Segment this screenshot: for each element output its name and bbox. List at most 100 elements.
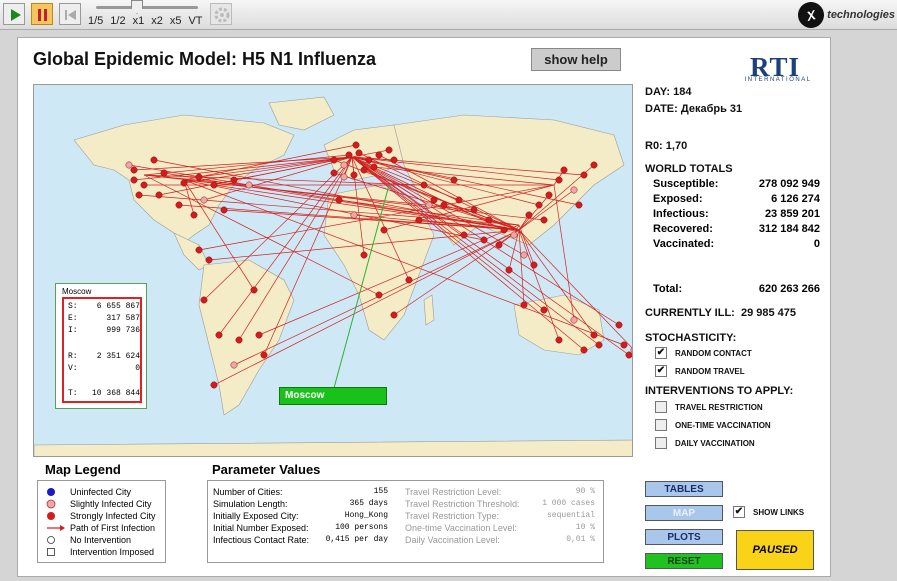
city-dot[interactable] (590, 161, 598, 169)
city-dot[interactable] (580, 171, 588, 179)
speed-label[interactable]: x2 (151, 15, 163, 27)
random-travel-checkbox[interactable]: ✔ (655, 365, 667, 377)
city-dot[interactable] (580, 346, 588, 354)
city-dot[interactable] (360, 166, 368, 174)
speed-slider-track[interactable] (96, 6, 198, 9)
city-dot[interactable] (390, 311, 398, 319)
city-dot[interactable] (335, 196, 343, 204)
play-button[interactable] (3, 3, 25, 25)
daily-vaccination-checkbox-row[interactable]: DAILY VACCINATION (655, 437, 755, 449)
city-dot[interactable] (255, 331, 263, 339)
show-links-checkbox-row[interactable]: ✔ SHOW LINKS (733, 506, 804, 518)
speed-label[interactable]: x5 (170, 15, 182, 27)
city-dot[interactable] (260, 351, 268, 359)
city-dot[interactable] (200, 296, 208, 304)
city-dot[interactable] (535, 201, 543, 209)
one-time-vaccination-checkbox-row[interactable]: ONE-TIME VACCINATION (655, 419, 771, 431)
city-dot[interactable] (545, 191, 553, 199)
city-dot[interactable] (230, 361, 238, 369)
city-dot[interactable] (215, 331, 223, 339)
city-dot[interactable] (250, 286, 258, 294)
city-dot[interactable] (175, 201, 183, 209)
random-contact-checkbox-row[interactable]: ✔ RANDOM CONTACT (655, 347, 752, 359)
city-dot[interactable] (125, 161, 133, 169)
city-dot[interactable] (425, 201, 433, 209)
reset-button[interactable]: RESET (645, 553, 723, 569)
city-dot[interactable] (155, 191, 163, 199)
city-dot[interactable] (510, 231, 518, 239)
speed-slider-thumb[interactable] (131, 0, 143, 14)
city-dot[interactable] (235, 336, 243, 344)
speed-label[interactable]: VT (188, 15, 202, 27)
city-dot[interactable] (345, 151, 353, 159)
city-dot[interactable] (420, 181, 428, 189)
city-dot[interactable] (570, 316, 578, 324)
rewind-button[interactable] (59, 3, 81, 25)
city-dot[interactable] (575, 201, 583, 209)
pause-button[interactable] (31, 3, 53, 25)
city-dot[interactable] (470, 206, 478, 214)
city-dot[interactable] (195, 173, 203, 181)
city-dot[interactable] (140, 181, 148, 189)
city-dot[interactable] (555, 336, 563, 344)
tables-button[interactable]: TABLES (645, 481, 723, 497)
city-dot[interactable] (570, 186, 578, 194)
city-dot[interactable] (350, 211, 358, 219)
city-dot[interactable] (330, 156, 338, 164)
city-dot[interactable] (365, 156, 373, 164)
city-dot[interactable] (615, 321, 623, 329)
city-dot[interactable] (340, 173, 348, 181)
city-dot[interactable] (370, 163, 378, 171)
settings-button[interactable] (210, 3, 232, 25)
city-dot[interactable] (390, 156, 398, 164)
random-contact-checkbox[interactable]: ✔ (655, 347, 667, 359)
city-dot[interactable] (520, 251, 528, 259)
city-dot[interactable] (540, 216, 548, 224)
city-dot[interactable] (405, 276, 413, 284)
random-travel-checkbox-row[interactable]: ✔ RANDOM TRAVEL (655, 365, 745, 377)
speed-label[interactable]: x1 (133, 15, 145, 27)
city-dot[interactable] (160, 169, 168, 177)
selected-city-label[interactable]: Moscow (279, 387, 387, 405)
city-dot[interactable] (180, 179, 188, 187)
map-button[interactable]: MAP (645, 505, 723, 521)
city-dot[interactable] (375, 151, 383, 159)
city-dot[interactable] (330, 169, 338, 177)
city-dot[interactable] (430, 196, 438, 204)
city-dot[interactable] (630, 347, 633, 353)
travel-restriction-checkbox-row[interactable]: TRAVEL RESTRICTION (655, 401, 763, 413)
city-dot[interactable] (455, 196, 463, 204)
city-dot[interactable] (360, 251, 368, 259)
city-dot[interactable] (450, 176, 458, 184)
city-dot[interactable] (540, 306, 548, 314)
paused-status[interactable]: PAUSED (736, 530, 814, 570)
city-dot[interactable] (620, 341, 628, 349)
city-dot[interactable] (130, 176, 138, 184)
city-dot[interactable] (220, 206, 228, 214)
city-dot[interactable] (350, 171, 358, 179)
city-dot[interactable] (195, 246, 203, 254)
city-dot[interactable] (520, 301, 528, 309)
city-dot[interactable] (340, 161, 348, 169)
city-dot[interactable] (500, 226, 508, 234)
city-dot[interactable] (595, 341, 603, 349)
city-dot[interactable] (210, 381, 218, 389)
city-dot[interactable] (135, 191, 143, 199)
city-dot[interactable] (190, 211, 198, 219)
city-dot[interactable] (200, 196, 208, 204)
city-dot[interactable] (230, 176, 238, 184)
city-dot[interactable] (245, 181, 253, 189)
speed-label[interactable]: 1/2 (110, 15, 125, 27)
city-dot[interactable] (555, 176, 563, 184)
city-dot[interactable] (415, 216, 423, 224)
city-dot[interactable] (505, 266, 513, 274)
city-dot[interactable] (440, 201, 448, 209)
city-dot[interactable] (625, 351, 632, 359)
city-dot[interactable] (560, 166, 568, 174)
plots-button[interactable]: PLOTS (645, 529, 723, 545)
city-dot[interactable] (485, 216, 493, 224)
city-dot[interactable] (590, 331, 598, 339)
city-dot[interactable] (355, 149, 363, 157)
city-dot[interactable] (480, 236, 488, 244)
daily-vaccination-checkbox[interactable] (655, 437, 667, 449)
